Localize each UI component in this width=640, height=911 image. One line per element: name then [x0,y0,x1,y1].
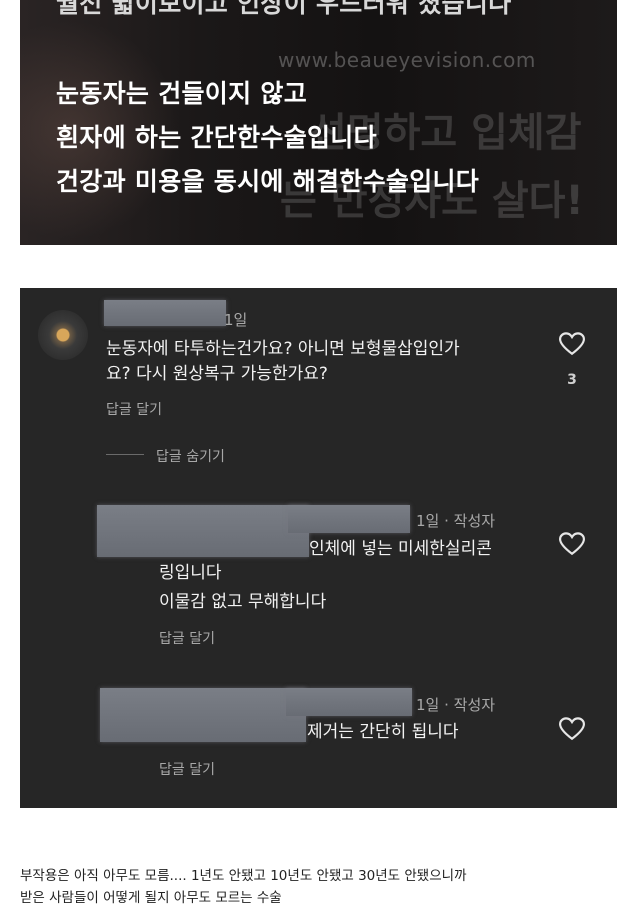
reply-meta: 1일 · 작성자 [416,512,496,530]
username-blurred[interactable] [104,300,226,326]
video-watermark: www.beaueyevision.com [278,48,536,72]
divider-line [106,454,144,455]
post-caption-line: 받은 사람들이 어떻게 될지 아무도 모르는 수술 [20,890,282,906]
video-subtitle-line: 눈동자는 건들이지 않고 [56,79,308,108]
video-frame: www.beaueyevision.com 선명하고 입체감 는 만정자도 살다… [20,0,617,245]
comment-time: 1일 [224,311,248,329]
video-subtitle-line: 월전 쉷이보이고 인상이 우드러워 졌습니다 [56,0,512,18]
comment-text-line: 눈동자에 타투하는건가요? 아니면 보형물삽입인가 [106,339,460,359]
heart-outline-icon[interactable] [559,332,585,356]
reply-button[interactable]: 답글 달기 [159,759,215,779]
heart-outline-icon[interactable] [559,717,585,741]
reply-meta: 1일 · 작성자 [416,696,496,714]
username-blurred[interactable] [286,688,412,716]
heart-outline-icon[interactable] [559,532,585,556]
comments-panel: 1일 눈동자에 타투하는건가요? 아니면 보형물삽입인가 요? 다시 원상복구 … [20,288,617,808]
avatar[interactable] [38,310,88,360]
avatar-blurred[interactable] [97,505,309,557]
post-caption-line: 부작용은 아직 아무도 모름.... 1년도 안됐고 10년도 안됐고 30년도… [20,868,467,884]
reply-text-line: 이물감 없고 무해합니다 [159,592,327,612]
like-count: 3 [567,372,577,388]
comment-text-line: 요? 다시 원상복구 가능한가요? [106,364,328,384]
reply-button[interactable]: 답글 달기 [106,399,162,419]
video-subtitle-line: 건강과 미용을 동시에 해결한수술입니다 [56,167,480,196]
avatar-blurred[interactable] [100,688,306,742]
reply-text-line: 링입니다 [159,563,222,583]
reply-text-line: 인체에 넣는 미세한실리콘 [309,539,492,559]
reply-text-line: 제거는 간단히 됩니다 [307,722,459,742]
reply-button[interactable]: 답글 달기 [159,628,215,648]
video-subtitle-line: 흰자에 하는 간단한수술입니다 [56,123,377,152]
hide-replies-button[interactable]: 답글 숨기기 [156,446,225,466]
username-blurred[interactable] [288,505,410,533]
